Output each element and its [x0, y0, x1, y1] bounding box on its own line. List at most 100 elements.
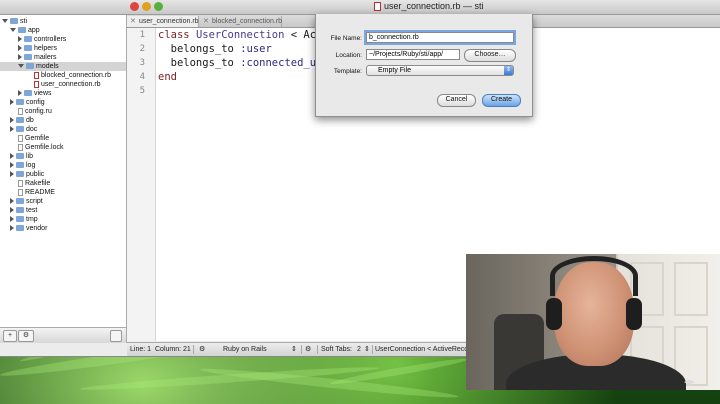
close-tab-icon[interactable]: ✕ [203, 16, 209, 27]
choose-button[interactable]: Choose… [464, 49, 516, 62]
tree-item[interactable]: mailers [0, 53, 126, 62]
tree-item[interactable]: vendor [0, 224, 126, 233]
tree-item-label: sti [20, 18, 27, 25]
disclosure-closed-icon[interactable] [18, 54, 22, 61]
tree-item[interactable]: blocked_connection.rb [0, 71, 126, 80]
tree-item[interactable]: doc [0, 125, 126, 134]
tree-item-label: tmp [26, 216, 38, 223]
folder-icon [16, 225, 24, 232]
gear-icon[interactable]: ⚙ [305, 343, 311, 356]
tree-item[interactable]: Gemfile.lock [0, 143, 126, 152]
tree-item[interactable]: db [0, 116, 126, 125]
code-line: belongs_to :connected_us [158, 57, 323, 69]
disclosure-open-icon[interactable] [2, 19, 8, 24]
disclosure-closed-icon[interactable] [10, 117, 14, 124]
disclosure-closed-icon[interactable] [10, 126, 14, 133]
tree-item-label: test [26, 207, 38, 214]
disclosure-closed-icon[interactable] [10, 99, 14, 106]
tree-item[interactable]: test [0, 206, 126, 215]
file-icon [18, 143, 23, 151]
folder-icon [16, 216, 24, 223]
file-name-input[interactable]: b_connection.rb [366, 32, 514, 43]
tree-item-label: vendor [26, 225, 48, 232]
line-number-gutter: 1 2 3 4 5 [127, 28, 156, 341]
folder-icon [16, 207, 24, 214]
line-number: 3 [139, 58, 145, 68]
tree-item[interactable]: config.ru [0, 107, 126, 116]
folder-icon [18, 27, 26, 34]
code-token: belongs_to [158, 57, 241, 69]
tree-item-label: Gemfile [25, 135, 50, 142]
disclosure-closed-icon[interactable] [18, 45, 22, 52]
zoom-window-button[interactable] [154, 2, 163, 11]
disclosure-closed-icon[interactable] [10, 198, 14, 205]
tree-item[interactable]: README [0, 188, 126, 197]
language-selector[interactable]: Ruby on Rails [223, 343, 267, 356]
gear-icon[interactable]: ⚙ [199, 343, 205, 356]
file-icon [18, 107, 23, 115]
tree-item[interactable]: models [0, 62, 126, 71]
tree-item[interactable]: helpers [0, 44, 126, 53]
drawer-info-button[interactable] [110, 330, 122, 342]
line-number: 2 [139, 44, 145, 54]
minimize-window-button[interactable] [142, 2, 151, 11]
cancel-button[interactable]: Cancel [437, 94, 476, 107]
line-number: 1 [139, 30, 145, 40]
disclosure-closed-icon[interactable] [10, 153, 14, 160]
tree-item[interactable]: sti [0, 17, 126, 26]
window-title: user_connection.rb — sti [384, 1, 484, 11]
tree-item-label: log [26, 162, 36, 169]
template-popup[interactable]: Empty File ⇕ [366, 65, 514, 76]
tree-item[interactable]: Gemfile [0, 134, 126, 143]
tab-size-selector[interactable]: 2 [357, 343, 361, 356]
chevron-updown-icon: ⇕ [364, 346, 370, 353]
disclosure-closed-icon[interactable] [10, 207, 14, 214]
folder-icon [24, 90, 32, 97]
disclosure-closed-icon[interactable] [10, 216, 14, 223]
gear-icon[interactable]: ⚙ [18, 330, 34, 342]
title-bar[interactable]: user_connection.rb — sti [0, 0, 720, 15]
line-number: 4 [139, 72, 145, 82]
tree-item-label: db [26, 117, 34, 124]
location-field[interactable]: ~/Projects/Ruby/sti/app/ [366, 49, 460, 60]
tab-blocked-connection[interactable]: ✕ blocked_connection.rb [200, 16, 282, 27]
close-tab-icon[interactable]: ✕ [130, 16, 136, 27]
disclosure-closed-icon[interactable] [10, 225, 14, 232]
tree-item-label: blocked_connection.rb [41, 72, 112, 79]
tree-item[interactable]: log [0, 161, 126, 170]
tree-item[interactable]: controllers [0, 35, 126, 44]
disclosure-open-icon[interactable] [18, 64, 24, 69]
add-file-button[interactable]: + [3, 330, 17, 342]
tree-item[interactable]: config [0, 98, 126, 107]
disclosure-open-icon[interactable] [10, 28, 16, 33]
create-button[interactable]: Create [482, 94, 521, 107]
disclosure-closed-icon[interactable] [18, 90, 22, 97]
folder-icon [16, 126, 24, 133]
tree-item-label: mailers [34, 54, 57, 61]
folder-icon [16, 99, 24, 106]
headphones-right [626, 298, 642, 330]
chevron-updown-icon: ⇕ [291, 346, 297, 353]
tree-item[interactable]: views [0, 89, 126, 98]
tree-item[interactable]: lib [0, 152, 126, 161]
close-window-button[interactable] [130, 2, 139, 11]
ruby-file-icon [34, 71, 39, 79]
drawer-toolbar: + ⚙ [0, 327, 127, 343]
tree-item[interactable]: script [0, 197, 126, 206]
tree-item[interactable]: app [0, 26, 126, 35]
tree-item-label: controllers [34, 36, 67, 43]
code-token: class [158, 29, 196, 41]
file-icon [18, 179, 23, 187]
tab-user-connection[interactable]: ✕ user_connection.rb [127, 16, 199, 27]
disclosure-closed-icon[interactable] [10, 162, 14, 169]
disclosure-closed-icon[interactable] [10, 171, 14, 178]
tree-item-label: models [36, 63, 59, 70]
tree-item[interactable]: public [0, 170, 126, 179]
disclosure-closed-icon[interactable] [18, 36, 22, 43]
tree-item[interactable]: tmp [0, 215, 126, 224]
tree-item[interactable]: Rakefile [0, 179, 126, 188]
tree-item[interactable]: user_connection.rb [0, 80, 126, 89]
folder-icon [24, 54, 32, 61]
symbol-selector[interactable]: UserConnection < ActiveReco [375, 343, 468, 356]
tree-item-label: doc [26, 126, 38, 133]
